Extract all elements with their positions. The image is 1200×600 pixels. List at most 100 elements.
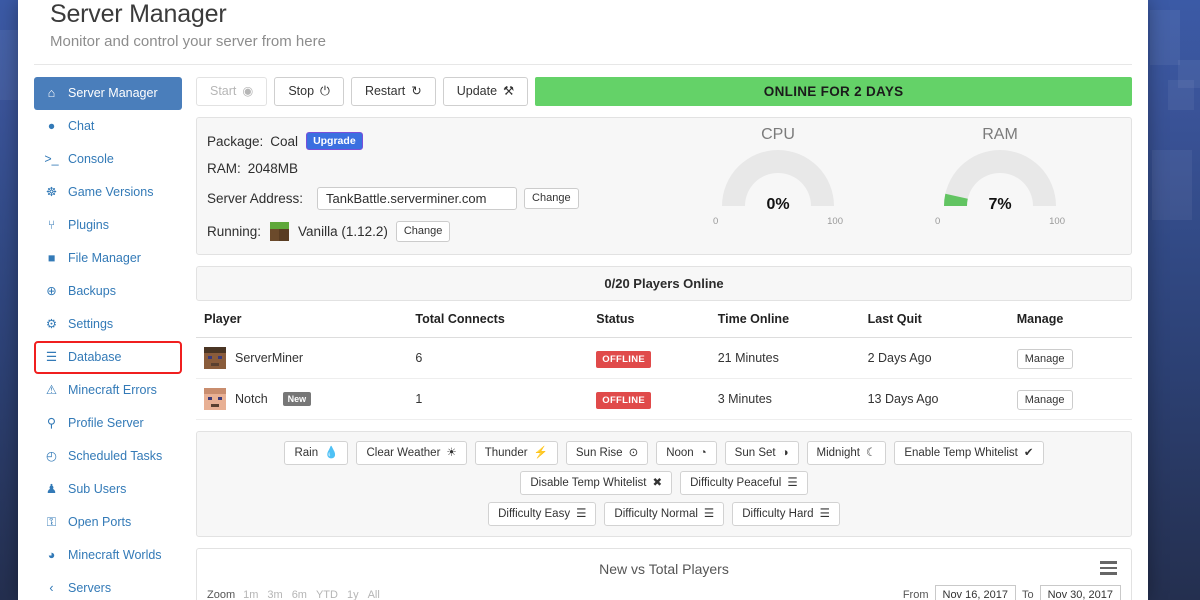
command-label: Noon <box>666 447 694 459</box>
gear-icon: ⚙ <box>45 317 58 331</box>
sidebar-item-file-manager[interactable]: ■ File Manager <box>34 242 182 275</box>
address-row: Server Address: TankBattle.serverminer.c… <box>207 187 667 210</box>
chart-title: New vs Total Players <box>599 561 729 577</box>
sidebar-item-label: Sub Users <box>68 482 127 496</box>
change-address-button[interactable]: Change <box>524 188 579 209</box>
page-header: Server Manager Monitor and control your … <box>18 0 1148 52</box>
zoom-option-3m[interactable]: 3m <box>267 589 282 600</box>
users-icon: ♟ <box>45 482 58 496</box>
sidebar-item-chat[interactable]: ● Chat <box>34 110 182 143</box>
database-icon: ☰ <box>45 350 58 364</box>
upgrade-button[interactable]: Upgrade <box>306 132 363 150</box>
hamburger-menu-icon[interactable] <box>1100 561 1117 578</box>
chevron-left-icon: ‹ <box>49 581 54 595</box>
command-label: Rain <box>294 447 319 459</box>
sidebar-item-console[interactable]: >_ Console <box>34 143 182 176</box>
manage-button[interactable]: Manage <box>1016 348 1073 369</box>
command-difficulty-easy-button[interactable]: Difficulty Easy ☰ <box>488 502 597 526</box>
command-row-weather-time: Rain 💧 Clear Weather ☀ Thunder ⚡ Sun Rise ⊙ Noon… <box>205 441 1123 495</box>
sidebar-item-plugins[interactable]: ⑂ Plugins <box>34 209 182 242</box>
power-off-icon: ⏻ <box>320 84 330 98</box>
globe-icon: ⊕ <box>46 284 57 298</box>
zoom-option-6m[interactable]: 6m <box>292 589 307 600</box>
start-button[interactable]: Start ◉ <box>196 77 268 106</box>
command-midnight-button[interactable]: Midnight ☾ <box>806 441 887 465</box>
zoom-option-1m[interactable]: 1m <box>243 589 258 600</box>
sidebar-item-label: Database <box>68 350 122 364</box>
command-noon-button[interactable]: Noon ◔ <box>656 441 717 465</box>
command-row-difficulty: Difficulty Easy ☰ Difficulty Normal ☰ Diffic… <box>205 502 1123 526</box>
running-row: Running: Vanilla (1.12.2) Change <box>207 221 667 242</box>
command-label: Disable Temp Whitelist <box>530 477 647 489</box>
gauge-value: 7% <box>988 196 1012 213</box>
sidebar-item-database[interactable]: ☰ Database <box>34 341 182 374</box>
refresh-icon: ↻ <box>411 84 422 98</box>
connects-cell: 6 <box>407 337 589 379</box>
from-label: From <box>902 589 929 600</box>
sidebar-item-label: Profile Server <box>68 416 144 430</box>
gauge-ram: RAM 7% 0 100 <box>925 126 1075 248</box>
restart-button[interactable]: Restart ↻ <box>350 77 436 106</box>
browser-window: Server Manager Monitor and control your … <box>18 0 1148 600</box>
new-badge: New <box>282 392 312 406</box>
change-version-button[interactable]: Change <box>395 221 451 242</box>
sidebar-item-scheduled-tasks[interactable]: ◴ Scheduled Tasks <box>34 440 182 473</box>
update-button[interactable]: Update ⚒ <box>442 77 529 106</box>
command-clear-weather-button[interactable]: Clear Weather ☀ <box>356 441 467 465</box>
stop-button[interactable]: Stop ⏻ <box>274 77 344 106</box>
status-badge: OFFLINE <box>596 392 652 409</box>
sidebar-item-backups[interactable]: ⊕ Backups <box>34 275 182 308</box>
last-quit-cell: 13 Days Ago <box>859 378 1009 420</box>
sidebar-item-minecraft-errors[interactable]: ⚠ Minecraft Errors <box>34 374 182 407</box>
resource-gauges: CPU 0% 0 100 RAM 7% 0 100 <box>667 118 1131 254</box>
sidebar-item-label: Plugins <box>68 218 109 232</box>
sidebar-item-settings[interactable]: ⚙ Settings <box>34 308 182 341</box>
terminal-icon: >_ <box>44 152 59 166</box>
sidebar-item-server-manager[interactable]: ⌂ Server Manager <box>34 77 182 110</box>
command-label: Sun Set <box>734 447 776 459</box>
book-icon: ☰ <box>576 508 587 520</box>
command-label: Difficulty Hard <box>742 508 814 520</box>
command-label: Difficulty Peaceful <box>690 477 782 489</box>
sidebar-item-minecraft-worlds[interactable]: ◕ Minecraft Worlds <box>34 539 182 572</box>
chart-zoom-controls: Zoom 1m 3m 6m YTD 1y All From Nov 16, 2017 To… <box>207 585 1121 600</box>
home-icon: ⌂ <box>47 86 56 100</box>
command-sun-rise-button[interactable]: Sun Rise ⊙ <box>565 441 649 465</box>
command-enable-temp-whitelist-button[interactable]: Enable Temp Whitelist ✔ <box>894 441 1044 465</box>
gauge-value: 0% <box>766 196 790 213</box>
server-address-input[interactable]: TankBattle.serverminer.com <box>317 187 518 210</box>
power-on-icon: ◉ <box>242 84 254 98</box>
manage-button[interactable]: Manage <box>1016 389 1073 410</box>
column-header: Status <box>588 301 710 338</box>
sidebar-item-label: Chat <box>68 119 95 133</box>
sidebar-item-open-ports[interactable]: ⚿ Open Ports <box>34 506 182 539</box>
sidebar-item-sub-users[interactable]: ♟ Sub Users <box>34 473 182 506</box>
wallpaper-block <box>1152 150 1192 220</box>
ram-value: 2048MB <box>247 161 299 176</box>
wallpaper-block <box>0 30 18 100</box>
table-row: ServerMiner 6 OFFLINE 21 Minutes 2 Days Ago M… <box>196 337 1132 379</box>
command-label: Clear Weather <box>366 447 441 459</box>
to-label: To <box>1021 589 1034 600</box>
sidebar-item-game-versions[interactable]: ☸ Game Versions <box>34 176 182 209</box>
sidebar-item-profile-server[interactable]: ⚲ Profile Server <box>34 407 182 440</box>
command-difficulty-peaceful-button[interactable]: Difficulty Peaceful ☰ <box>680 471 808 495</box>
date-to-input[interactable]: Nov 30, 2017 <box>1039 585 1121 600</box>
command-disable-temp-whitelist-button[interactable]: Disable Temp Whitelist ✖ <box>520 471 673 495</box>
sunset-icon: ◑ <box>781 447 789 459</box>
package-row: Package: Coal Upgrade <box>207 132 667 150</box>
date-from-input[interactable]: Nov 16, 2017 <box>934 585 1016 600</box>
command-rain-button[interactable]: Rain 💧 <box>284 441 349 465</box>
command-difficulty-normal-button[interactable]: Difficulty Normal ☰ <box>604 502 725 526</box>
status-cell: OFFLINE <box>588 378 710 420</box>
command-thunder-button[interactable]: Thunder ⚡ <box>474 441 558 465</box>
zoom-option-ytd[interactable]: YTD <box>316 589 338 600</box>
zoom-option-1y[interactable]: 1y <box>347 589 359 600</box>
sidebar-item-servers[interactable]: ‹ Servers <box>34 572 182 600</box>
command-sun-set-button[interactable]: Sun Set ◑ <box>724 441 799 465</box>
zoom-option-all[interactable]: All <box>368 589 380 600</box>
time-online-cell: 3 Minutes <box>709 378 860 420</box>
command-difficulty-hard-button[interactable]: Difficulty Hard ☰ <box>732 502 840 526</box>
sidebar-item-label: Open Ports <box>68 515 132 529</box>
avatar <box>204 347 226 369</box>
